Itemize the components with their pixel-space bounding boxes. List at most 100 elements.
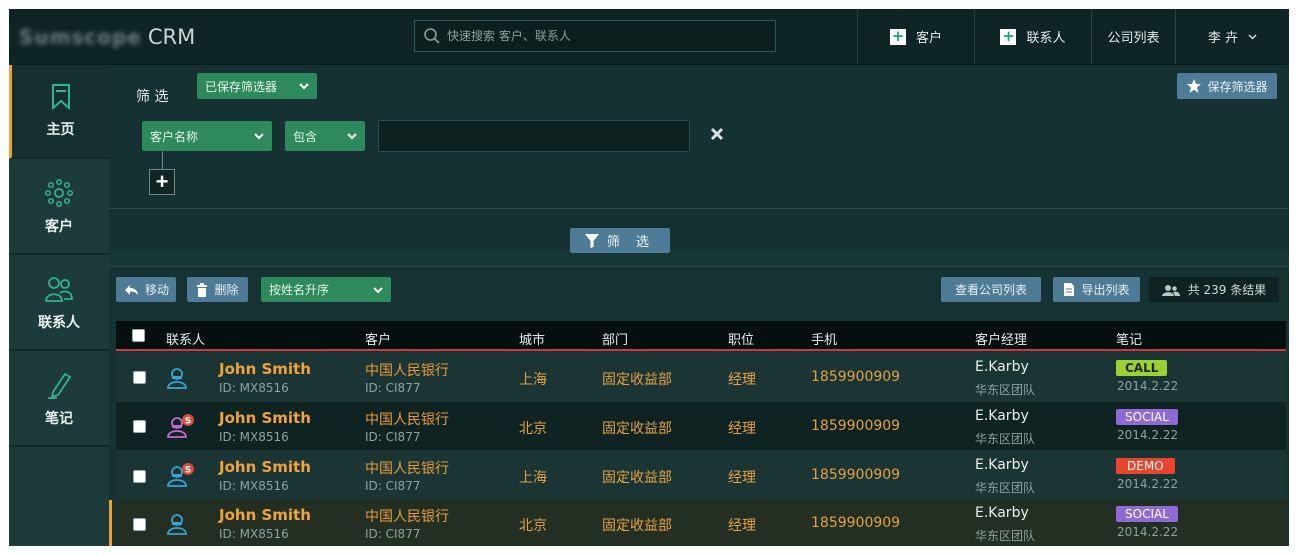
bookmark-icon [51, 84, 70, 111]
column-header-contact[interactable]: 联系人 [166, 329, 205, 348]
row-checkbox[interactable] [133, 420, 146, 433]
pen-icon [48, 372, 72, 399]
chevron-down-icon [347, 133, 357, 140]
sidebar-item-notes[interactable]: 笔记 [9, 353, 109, 447]
city: 北京 [519, 518, 547, 534]
logo: Sumscope CRM [19, 23, 195, 51]
customer-id: ID: CI877 [365, 527, 421, 541]
column-header-customer[interactable]: 客户 [365, 329, 391, 348]
run-filter-button[interactable]: 筛 选 [570, 228, 670, 253]
column-header-department[interactable]: 部门 [602, 329, 628, 348]
filter-value-input[interactable] [378, 120, 690, 152]
job-title: 经理 [728, 421, 756, 437]
result-count: 共 239 条结果 [1149, 277, 1279, 302]
sidebar: 主页 客户 联系人 笔记 [9, 65, 109, 546]
sidebar-item-customers[interactable]: 客户 [9, 161, 109, 255]
chevron-down-icon [373, 286, 383, 293]
sidebar-item-label: 联系人 [38, 315, 80, 331]
social-contact-avatar-icon: S [167, 463, 194, 487]
note-tag: SOCIAL [1116, 506, 1178, 522]
plus-icon: + [889, 26, 906, 45]
sidebar-item-home[interactable]: 主页 [9, 65, 109, 159]
phone: 1859900909 [811, 515, 901, 531]
user-name: 李 卉 [1207, 31, 1239, 46]
table-row[interactable]: John Smith ID: MX8516 中国人民银行 ID: CI877 上… [116, 353, 1286, 402]
run-filter-label: 筛 选 [606, 235, 656, 250]
table-header: 联系人 客户 城市 部门 职位 手机 客户经理 笔记 [116, 321, 1286, 351]
column-header-notes[interactable]: 笔记 [1116, 329, 1142, 348]
company-list-button[interactable]: 公司列表 [1091, 9, 1175, 64]
phone: 1859900909 [811, 467, 901, 483]
row-checkbox[interactable] [133, 518, 146, 531]
saved-filters-select[interactable]: 已保存筛选器 [197, 73, 317, 99]
user-menu[interactable]: 李 卉 [1175, 9, 1289, 64]
close-icon[interactable] [709, 126, 725, 142]
note-date: 2014.2.22 [1117, 525, 1179, 539]
sidebar-item-label: 客户 [45, 219, 73, 235]
customer-name[interactable]: 中国人民银行 [365, 409, 449, 429]
manager-team: 华东区团队 [975, 432, 1036, 446]
sort-label: 按姓名升序 [269, 283, 330, 297]
search-input[interactable] [447, 29, 767, 43]
account-manager: E.Karby [975, 359, 1029, 375]
add-rule-button[interactable]: + [149, 169, 175, 195]
customer-name[interactable]: 中国人民银行 [365, 506, 449, 526]
contact-name[interactable]: John Smith [219, 458, 311, 476]
filter-field-label: 客户名称 [150, 129, 199, 144]
star-icon [1187, 79, 1202, 93]
contact-id: ID: MX8516 [219, 527, 289, 541]
selected-row-indicator [109, 500, 112, 546]
delete-button[interactable]: 删除 [187, 277, 248, 302]
filter-panel: 筛 选 已保存筛选器 保存筛选器 客户名称 包含 + 筛 选 [109, 65, 1289, 253]
app-window: Sumscope CRM + 客户 + 联系人 公司列表 李 卉 [9, 9, 1289, 546]
view-company-list-button[interactable]: 查看公司列表 [941, 277, 1041, 302]
select-all-checkbox[interactable] [132, 329, 145, 342]
move-label: 移动 [144, 283, 169, 297]
trash-icon [197, 282, 208, 297]
export-list-button[interactable]: 导出列表 [1053, 277, 1140, 302]
search-box[interactable] [414, 20, 776, 52]
row-checkbox[interactable] [133, 470, 146, 483]
contact-name[interactable]: John Smith [219, 409, 311, 427]
sidebar-item-contacts[interactable]: 联系人 [9, 257, 109, 351]
chevron-down-icon [254, 133, 264, 140]
table-row[interactable]: S John Smith ID: MX8516 中国人民银行 ID: CI877… [116, 450, 1286, 500]
note-tag: DEMO [1116, 458, 1175, 474]
contact-name[interactable]: John Smith [219, 360, 311, 378]
logo-brand: Sumscope [19, 25, 142, 49]
sort-select[interactable]: 按姓名升序 [261, 277, 391, 302]
filter-title: 筛 选 [136, 89, 169, 105]
table-row-selected[interactable]: John Smith ID: MX8516 中国人民银行 ID: CI877 北… [109, 500, 1286, 546]
result-count-label: 共 239 条结果 [1187, 283, 1267, 297]
manager-team: 华东区团队 [975, 529, 1036, 543]
sidebar-item-label: 笔记 [45, 411, 73, 427]
avatar-badge: S [185, 466, 191, 476]
customer-name[interactable]: 中国人民银行 [365, 458, 449, 478]
app-name: CRM [147, 25, 196, 49]
filter-field-select[interactable]: 客户名称 [142, 121, 272, 151]
social-contact-avatar-icon: S [167, 414, 194, 438]
rule-connector [162, 151, 163, 171]
customer-name[interactable]: 中国人民银行 [365, 360, 449, 380]
column-header-title[interactable]: 职位 [728, 329, 754, 348]
column-header-phone[interactable]: 手机 [811, 329, 837, 348]
row-checkbox[interactable] [133, 371, 146, 384]
save-filter-label: 保存筛选器 [1207, 79, 1268, 94]
move-button[interactable]: 移动 [116, 277, 176, 302]
undo-arrow-icon [124, 284, 138, 295]
people-icon [1161, 284, 1180, 296]
save-filter-button[interactable]: 保存筛选器 [1177, 73, 1277, 99]
job-title: 经理 [728, 372, 756, 388]
column-header-city[interactable]: 城市 [519, 329, 545, 348]
note-type-badge: DEMO [1116, 458, 1175, 474]
contact-name[interactable]: John Smith [219, 506, 311, 524]
search-icon [424, 28, 440, 44]
add-contact-button[interactable]: + 联系人 [974, 9, 1091, 64]
table-row[interactable]: S John Smith ID: MX8516 中国人民银行 ID: CI877… [116, 402, 1286, 450]
note-tag: SOCIAL [1116, 409, 1178, 425]
company-list-label: 公司列表 [1107, 31, 1160, 46]
column-header-manager[interactable]: 客户经理 [975, 329, 1027, 348]
people-icon [45, 277, 73, 302]
filter-operator-select[interactable]: 包含 [285, 121, 365, 151]
add-customer-button[interactable]: + 客户 [857, 9, 974, 64]
